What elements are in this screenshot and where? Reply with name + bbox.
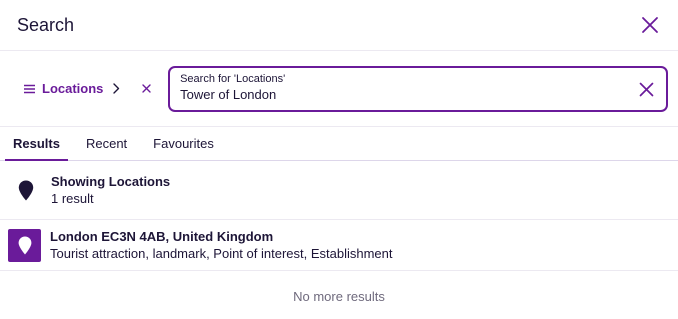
tab-results[interactable]: Results [5, 136, 68, 161]
result-title: London EC3N 4AB, United Kingdom [50, 229, 274, 244]
search-bar-row: Locations Search for 'Locations' [0, 51, 678, 127]
location-filter-chip[interactable]: Locations [16, 72, 128, 106]
panel-title: Search [17, 14, 75, 35]
search-field: Search for 'Locations' [168, 65, 668, 112]
summary-title: Showing Locations [51, 174, 171, 189]
close-icon [642, 17, 658, 33]
panel-header: Search [0, 0, 678, 51]
result-thumbnail [8, 228, 41, 262]
close-button[interactable] [638, 13, 662, 37]
clear-filter-icon [142, 84, 151, 93]
results-summary: Showing Locations 1 result [0, 161, 678, 220]
summary-count: 1 result [51, 191, 94, 206]
tab-bar: Results Recent Favourites [0, 127, 678, 161]
filter-chip-label: Locations [42, 81, 104, 96]
clear-filter-button[interactable] [136, 79, 156, 99]
list-item[interactable]: London EC3N 4AB, United Kingdom Tourist … [0, 220, 678, 271]
no-more-results: No more results [293, 289, 385, 304]
search-panel: Search Locations Search for 'Locations' … [0, 0, 678, 319]
summary-text: Showing Locations 1 result [51, 173, 170, 207]
result-subtitle: Tourist attraction, landmark, Point of i… [50, 246, 393, 261]
menu-icon [24, 84, 35, 94]
search-field-label: Search for 'Locations' [180, 72, 286, 85]
result-text: London EC3N 4AB, United Kingdom Tourist … [50, 228, 393, 262]
map-pin-icon [18, 236, 31, 254]
search-input[interactable] [180, 85, 626, 104]
clear-search-button[interactable] [636, 80, 656, 100]
tab-favourites[interactable]: Favourites [145, 136, 222, 160]
chevron-right-icon [113, 83, 120, 94]
tab-recent[interactable]: Recent [78, 136, 135, 160]
map-pin-icon [16, 180, 36, 201]
clear-input-icon [639, 82, 653, 97]
